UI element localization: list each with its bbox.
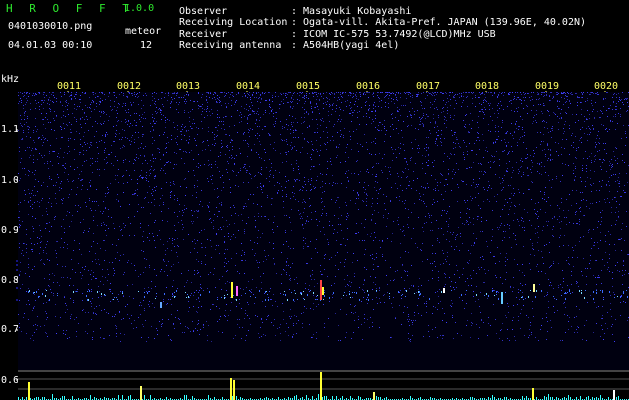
y-label-1-1: 1.1 xyxy=(1,124,20,135)
time-label-0017: 0017 xyxy=(416,81,441,92)
app-version: 1.0.0 xyxy=(124,3,155,14)
antenna-label: Receiving antenna xyxy=(179,40,282,51)
y-label-0-7: 0.7 xyxy=(1,324,20,335)
echo-power-canvas xyxy=(18,370,629,400)
spectrogram-canvas xyxy=(18,92,629,342)
receiver-label: Receiver xyxy=(179,29,228,40)
location-label: Receiving Location xyxy=(179,17,288,28)
time-label-0013: 0013 xyxy=(176,81,201,92)
time-label-0015: 0015 xyxy=(296,81,321,92)
time-label-0019: 0019 xyxy=(535,81,560,92)
observer-label: Observer xyxy=(179,6,228,17)
spectrogram[interactable] xyxy=(18,92,629,370)
y-label-0-6: 0.6 xyxy=(1,375,20,386)
time-label-0018: 0018 xyxy=(475,81,500,92)
app-title: H R O F F T xyxy=(6,2,134,15)
meteor-count: 12 xyxy=(140,40,153,51)
location-value: : Ogata-vill. Akita-Pref. JAPAN (139.96E… xyxy=(291,17,587,28)
time-label-0011: 0011 xyxy=(57,81,82,92)
time-label-0016: 0016 xyxy=(356,81,381,92)
echo-power-panel xyxy=(18,370,629,400)
date-time: 04.01.03 00:10 xyxy=(8,40,93,51)
antenna-value: : A504HB(yagi 4el) xyxy=(291,40,400,51)
y-label-1-0: 1.0 xyxy=(1,175,20,186)
time-label-0014: 0014 xyxy=(236,81,261,92)
axis-unit: kHz xyxy=(1,74,20,85)
y-label-0-9: 0.9 xyxy=(1,225,20,236)
observer-value: : Masayuki Kobayashi xyxy=(291,6,412,17)
y-label-0-8: 0.8 xyxy=(1,275,20,286)
time-label-0012: 0012 xyxy=(117,81,142,92)
receiver-value: : ICOM IC-575 53.7492(@LCD)MHz USB xyxy=(291,29,496,40)
file-name: 0401030010.png xyxy=(8,21,93,32)
time-label-0020: 0020 xyxy=(594,81,619,92)
meteor-label: meteor xyxy=(125,26,162,37)
